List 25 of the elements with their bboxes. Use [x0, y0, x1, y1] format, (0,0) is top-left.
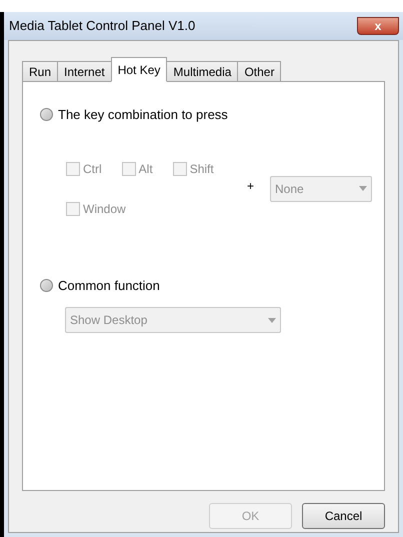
dropdown-value: None [275, 180, 304, 198]
plus-sign: + [247, 178, 254, 194]
tab[interactable]: Run [22, 61, 58, 82]
option-label: The key combination to press [58, 106, 228, 124]
caret-icon [359, 186, 368, 191]
radio-button[interactable] [40, 278, 53, 292]
checkbox[interactable] [66, 162, 80, 176]
tab[interactable]: Other [237, 61, 282, 82]
checkbox[interactable] [172, 162, 187, 176]
window-title: Media Tablet Control Panel V1.0 [9, 17, 196, 36]
close-button[interactable]: x [357, 17, 399, 35]
caret-icon [268, 318, 276, 322]
checkbox-label: Ctrl [83, 160, 102, 178]
checkbox[interactable] [66, 202, 80, 216]
radio-button[interactable] [40, 108, 53, 122]
checkbox-label: Alt [138, 160, 153, 178]
checkbox[interactable] [122, 162, 136, 176]
tab[interactable]: Multimedia [166, 61, 238, 82]
option-label: Common function [58, 276, 160, 294]
dropdown-value: Show Desktop [70, 312, 148, 329]
dialog-button[interactable]: Cancel [302, 503, 385, 529]
tab[interactable]: Internet [57, 61, 112, 82]
checkbox-label: Shift [190, 160, 214, 178]
checkbox-label: Window [83, 200, 126, 218]
tab[interactable]: Hot Key [110, 57, 168, 82]
